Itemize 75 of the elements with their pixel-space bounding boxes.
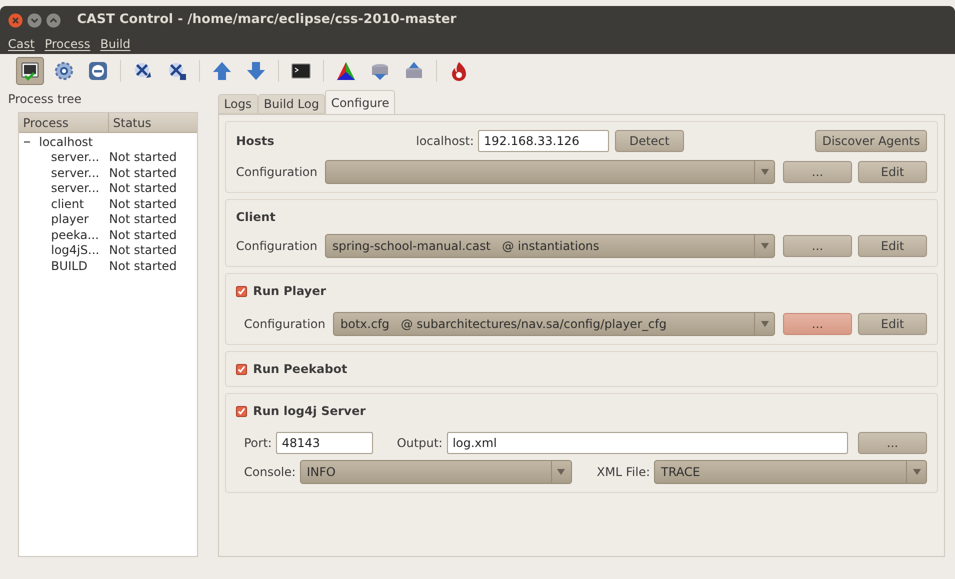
dropdown[interactable]: botx.cfg @ subarchitectures/nav.sa/config/player_cfg	[333, 312, 775, 336]
menu-item[interactable]: Cast	[8, 35, 35, 53]
text-field[interactable]: log.xml	[446, 432, 848, 454]
dropdown[interactable]: spring-school-manual.cast @ instantiations	[325, 234, 775, 258]
status-text: Not started	[109, 196, 177, 213]
push-button[interactable]: ...	[858, 432, 927, 454]
tab[interactable]: Logs	[218, 94, 258, 114]
section-title: Client	[236, 209, 276, 226]
column-header[interactable]: Process	[19, 113, 109, 132]
status-text: Not started	[109, 180, 177, 198]
close-icon[interactable]	[8, 12, 23, 28]
section-title: Run log4j Server	[253, 403, 366, 420]
process-name[interactable]: log4jS...	[51, 241, 100, 260]
push-button[interactable]: ...	[783, 313, 852, 335]
field-label: Configuration	[236, 238, 318, 255]
down-arrow-icon	[245, 60, 267, 82]
dropdown-arrow-icon	[760, 321, 768, 327]
text-field[interactable]: 192.168.33.126	[478, 130, 609, 152]
tab[interactable]: Build Log	[258, 94, 326, 114]
process-name[interactable]: server...	[51, 164, 100, 182]
push-button[interactable]: Edit	[858, 235, 927, 257]
status-text: Not started	[109, 164, 177, 182]
field-label: localhost:	[416, 133, 474, 150]
dropdown[interactable]: TRACE	[654, 460, 927, 484]
cross-square-icon	[166, 60, 188, 82]
field-label: Output:	[396, 435, 443, 452]
push-button[interactable]: Discover Agents	[815, 130, 927, 152]
push-button[interactable]: ...	[783, 161, 852, 183]
maximize-icon[interactable]	[46, 12, 61, 28]
minimize-icon[interactable]	[27, 12, 42, 28]
dropdown-arrow-icon	[912, 469, 920, 475]
field-label: XML File:	[596, 464, 650, 481]
field-label: Configuration	[236, 164, 318, 181]
push-button[interactable]: Edit	[858, 313, 927, 335]
window-title: CAST Control - /home/marc/eclipse/css-2010-master	[77, 11, 456, 30]
status-text: Not started	[109, 258, 177, 275]
tab[interactable]: Configure	[325, 90, 396, 114]
column-header[interactable]: Status	[109, 113, 197, 132]
process-name[interactable]: localhost	[39, 132, 93, 151]
status-text: Not started	[109, 211, 177, 228]
push-button[interactable]: Detect	[614, 130, 684, 152]
push-button[interactable]: ...	[783, 235, 852, 257]
process-name[interactable]: client	[51, 194, 84, 213]
section-title: Hosts	[236, 133, 276, 150]
stop-icon	[87, 60, 109, 82]
section-title: Run Player	[253, 283, 326, 300]
dropdown-arrow-icon	[760, 169, 768, 175]
status-text: Not started	[109, 242, 177, 260]
process-name[interactable]: server...	[51, 179, 100, 198]
text-field[interactable]: 48143	[276, 432, 373, 454]
field-label: Console:	[244, 464, 296, 481]
process-name[interactable]: BUILD	[51, 256, 88, 275]
process-name[interactable]: player	[51, 210, 89, 228]
gear-icon	[53, 60, 75, 82]
field-label: Configuration	[244, 316, 326, 333]
push-button[interactable]: Edit	[858, 161, 927, 183]
checkbox[interactable]	[236, 286, 247, 296]
checkbox[interactable]	[236, 406, 247, 416]
triangle-icon	[335, 60, 357, 82]
status-text: Not started	[109, 149, 177, 166]
dropdown-arrow-icon	[557, 469, 566, 475]
section-title: Run Peekabot	[253, 361, 348, 378]
terminal-check-icon	[19, 60, 41, 82]
up-arrow-icon	[211, 60, 233, 82]
menu-item[interactable]: Build	[100, 35, 130, 53]
menu-item[interactable]: Process	[44, 35, 90, 53]
process-name[interactable]: peeka...	[51, 226, 99, 244]
dropdown[interactable]: INFO	[300, 460, 572, 484]
toolbar-button[interactable]	[16, 57, 44, 85]
process-name[interactable]: server...	[51, 148, 100, 166]
panel-label: Process tree	[8, 91, 82, 108]
status-text: Not started	[109, 226, 177, 244]
dropdown-arrow-icon	[760, 243, 768, 249]
field-label: Port:	[244, 435, 272, 452]
checkbox[interactable]	[236, 364, 247, 374]
